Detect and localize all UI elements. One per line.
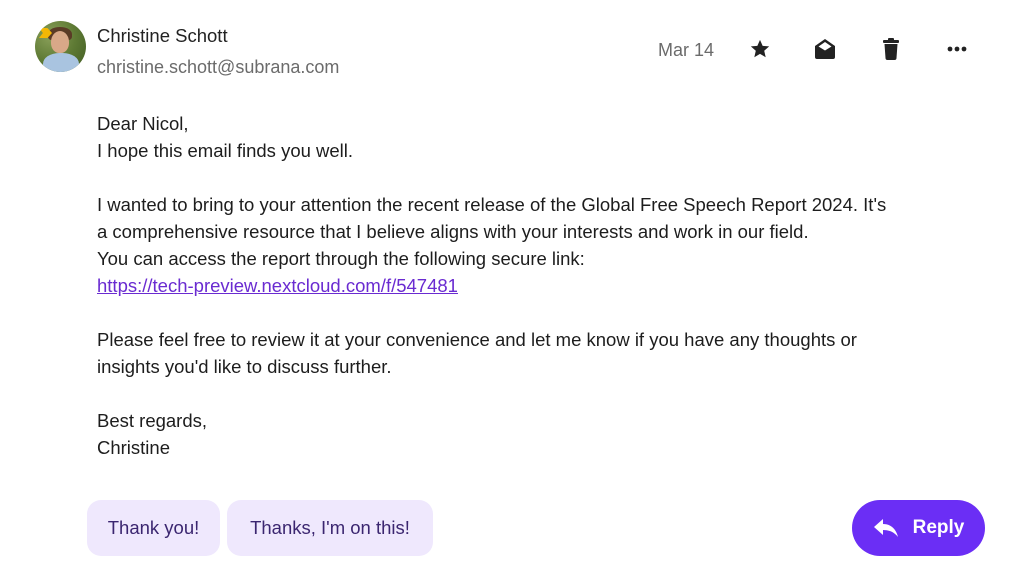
- closing: Best regards,: [97, 410, 208, 431]
- more-horizontal-icon: [947, 46, 967, 52]
- quick-reply-on-this[interactable]: Thanks, I'm on this!: [227, 500, 433, 556]
- trash-icon: [883, 38, 899, 60]
- reply-button[interactable]: Reply: [852, 500, 985, 556]
- envelope-open-icon: [815, 39, 835, 59]
- quick-reply-label: Thank you!: [107, 517, 200, 538]
- mark-read-button[interactable]: [812, 36, 838, 62]
- reply-arrow-icon: [873, 519, 898, 537]
- body-line: Please feel free to review it at your co…: [97, 329, 857, 350]
- avatar[interactable]: [35, 21, 86, 72]
- avatar-shirt: [43, 53, 79, 72]
- delete-button[interactable]: [878, 36, 904, 62]
- quick-reply-thank-you[interactable]: Thank you!: [87, 500, 220, 556]
- report-link[interactable]: https://tech-preview.nextcloud.com/f/547…: [97, 275, 458, 296]
- email-body: Dear Nicol, I hope this email finds you …: [97, 110, 997, 461]
- greeting: Dear Nicol,: [97, 113, 189, 134]
- star-icon: [750, 39, 770, 58]
- body-line: I hope this email finds you well.: [97, 140, 354, 161]
- quick-reply-label: Thanks, I'm on this!: [250, 517, 410, 538]
- email-date: Mar 14: [658, 40, 715, 60]
- signature: Christine: [97, 437, 170, 458]
- sender-email: christine.schott@subrana.com: [97, 57, 340, 77]
- body-line: insights you'd like to discuss further.: [97, 356, 392, 377]
- star-button[interactable]: [747, 36, 773, 62]
- sender-name: Christine Schott: [97, 25, 228, 46]
- body-line: I wanted to bring to your attention the …: [97, 194, 887, 215]
- body-line: You can access the report through the fo…: [97, 248, 585, 269]
- body-line: a comprehensive resource that I believe …: [97, 221, 809, 242]
- avatar-face: [51, 31, 69, 53]
- reply-label: Reply: [912, 517, 965, 538]
- more-button[interactable]: [944, 36, 970, 62]
